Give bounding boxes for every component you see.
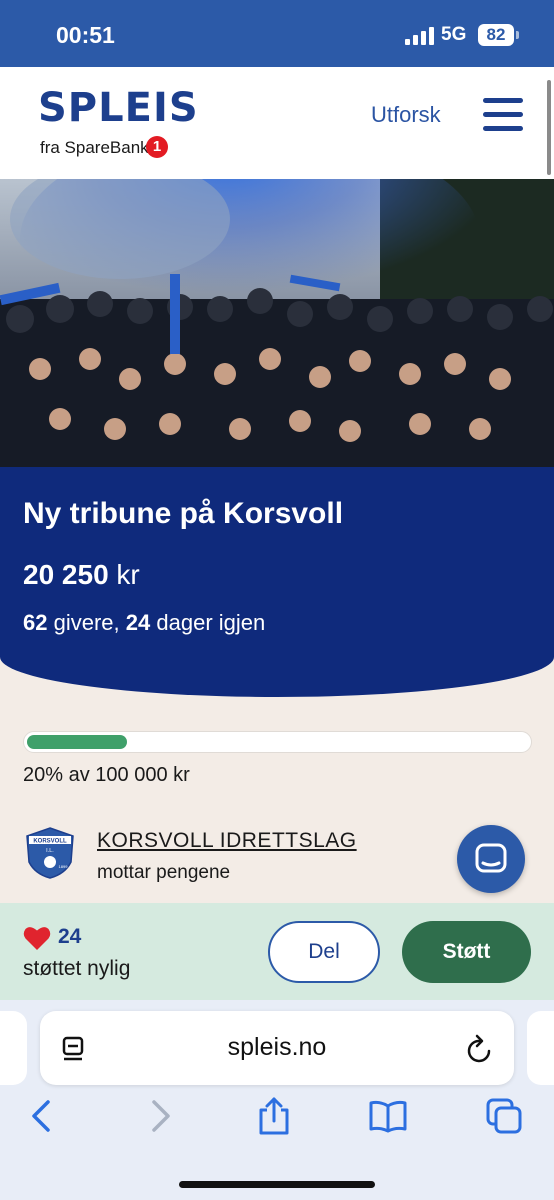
bookmarks-icon[interactable] xyxy=(368,1096,408,1136)
support-count: 24 xyxy=(58,925,82,948)
progress-fill xyxy=(27,735,127,749)
support-bar: 24 støttet nylig Del Støtt xyxy=(0,903,554,1000)
browser-toolbar: spleis.no xyxy=(0,1000,554,1200)
hero-image xyxy=(0,179,554,467)
organization-link[interactable]: KORSVOLL IDRETTSLAG xyxy=(97,829,357,853)
givers-count: 62 xyxy=(23,610,48,635)
chat-icon xyxy=(475,843,507,873)
battery-tip xyxy=(516,31,519,39)
chat-button[interactable] xyxy=(457,825,525,893)
network-label: 5G xyxy=(441,24,467,45)
support-button[interactable]: Støtt xyxy=(402,921,531,983)
raised-amount: 20 250 kr xyxy=(23,559,140,591)
status-bar: 00:51 5G 82 xyxy=(0,0,554,67)
progress-bar xyxy=(23,731,532,753)
previous-tab-card[interactable] xyxy=(0,1011,27,1085)
support-label: støttet nylig xyxy=(23,957,131,980)
givers-label: givere, xyxy=(53,610,120,635)
address-bar[interactable]: spleis.no xyxy=(40,1011,514,1085)
days-count: 24 xyxy=(125,610,151,635)
home-indicator xyxy=(179,1181,375,1188)
organization-subtitle: mottar pengene xyxy=(97,862,231,883)
campaign-panel: Ny tribune på Korsvoll 20 250 kr 62 give… xyxy=(0,467,554,697)
signal-icon xyxy=(405,27,434,45)
reload-icon[interactable] xyxy=(465,1033,495,1065)
logo-subtitle: fra SpareBank xyxy=(40,138,149,157)
explore-link[interactable]: Utforsk xyxy=(371,102,441,128)
status-time: 00:51 xyxy=(56,22,115,48)
share-button[interactable]: Del xyxy=(268,921,380,983)
url-text: spleis.no xyxy=(227,1033,327,1061)
club-crest-icon[interactable]: KORSVOLL I.L. 1899 xyxy=(25,826,75,880)
hamburger-icon[interactable] xyxy=(483,98,523,132)
site-header: SPLEIS fra SpareBank 1 Utforsk xyxy=(0,67,554,179)
logo-wordmark: SPLEIS xyxy=(38,85,199,131)
crest-text: KORSVOLL xyxy=(33,839,67,845)
crowd-photo xyxy=(0,179,554,467)
battery-icon: 82 xyxy=(478,24,514,46)
campaign-title: Ny tribune på Korsvoll xyxy=(23,497,344,530)
raised-amount-value: 20 250 xyxy=(23,559,109,590)
heart-icon xyxy=(23,927,51,950)
progress-text: 20% av 100 000 kr xyxy=(23,764,190,786)
next-tab-card[interactable] xyxy=(527,1011,554,1085)
raised-amount-unit: kr xyxy=(116,559,140,590)
crest-sub: I.L. xyxy=(46,848,54,854)
givers-info: 62 givere, 24 dager igjen xyxy=(23,610,265,636)
back-icon[interactable] xyxy=(22,1096,62,1136)
share-icon[interactable] xyxy=(254,1096,294,1136)
sparebank-badge: 1 xyxy=(146,136,168,158)
crest-year: 1899 xyxy=(59,864,69,869)
scroll-indicator xyxy=(547,80,551,175)
tabs-icon[interactable] xyxy=(484,1096,524,1136)
forward-icon[interactable] xyxy=(140,1096,180,1136)
days-label: dager igjen xyxy=(156,610,266,635)
